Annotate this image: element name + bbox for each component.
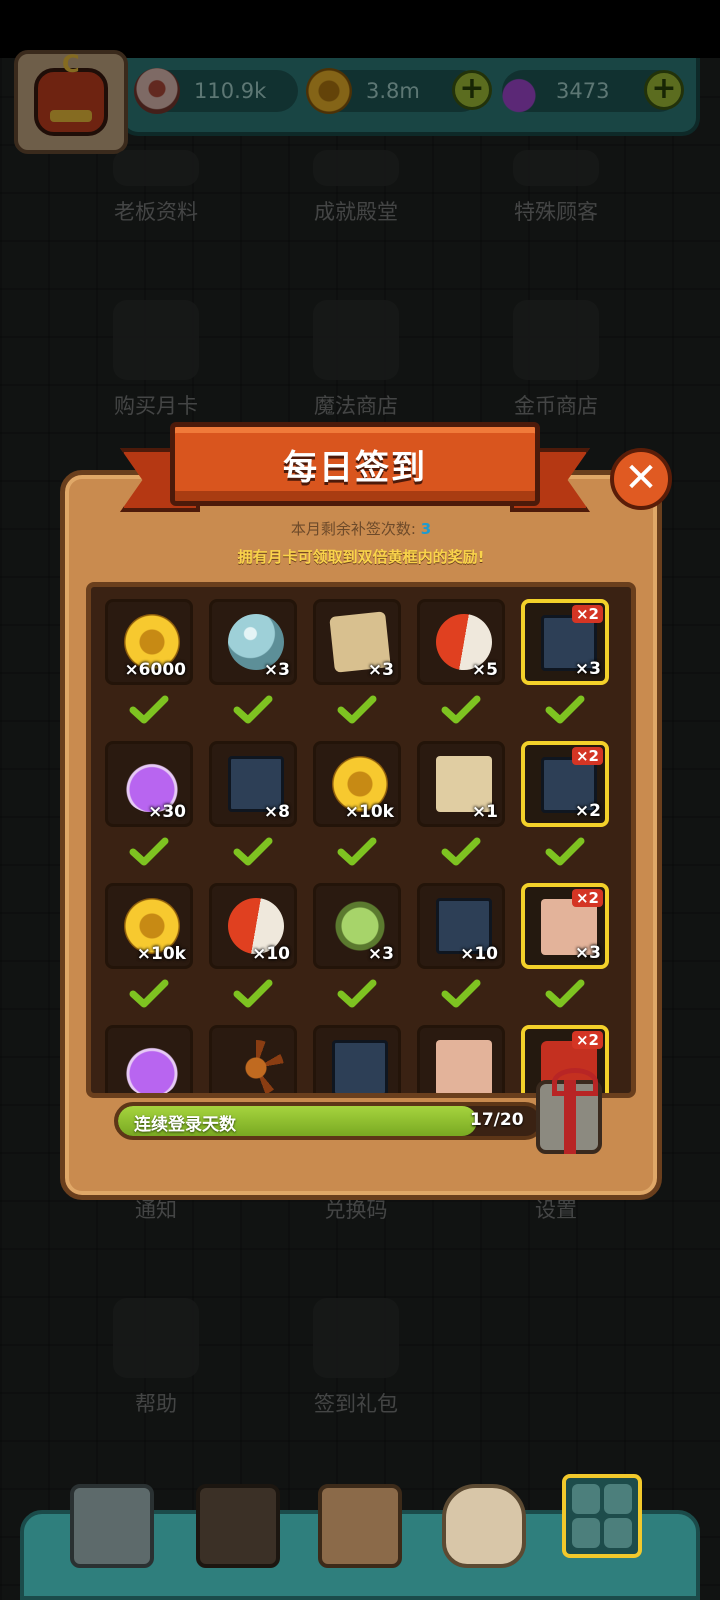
reward-slot[interactable]: ×3 — [313, 883, 401, 969]
reward-quantity: ×10k — [136, 944, 186, 964]
shop-building-icon[interactable] — [70, 1484, 154, 1568]
reward-slot[interactable]: ×30 — [105, 741, 193, 827]
monthly-card-hint: 拥有月卡可领取到双倍黄框内的奖励! — [237, 548, 485, 566]
reward-slot[interactable]: ×3 — [313, 599, 401, 685]
checkmark-icon — [337, 837, 377, 866]
monster-icon[interactable] — [196, 1484, 280, 1568]
reward-slot[interactable]: ×5 — [417, 599, 505, 685]
monster-card-icon — [332, 1040, 388, 1093]
close-button[interactable]: ✕ — [610, 448, 672, 510]
grid-cell — [572, 1518, 600, 1548]
remaining-makeups: 本月剩余补签次数: 3 — [60, 518, 662, 539]
checkmark-icon — [545, 837, 585, 866]
dialog-title: 每日签到 — [283, 447, 427, 488]
checkmark-icon — [337, 979, 377, 1008]
reward-slot[interactable]: ×10 — [417, 883, 505, 969]
more-menu-icon[interactable] — [562, 1474, 642, 1558]
checkmark-icon — [129, 979, 169, 1008]
remaining-label: 本月剩余补签次数: — [290, 520, 416, 538]
checkmark-icon — [441, 979, 481, 1008]
reward-quantity: ×5 — [471, 660, 498, 680]
coin-bag-icon[interactable] — [442, 1484, 526, 1568]
reward-slot[interactable]: ×2 ×2 — [521, 741, 609, 827]
reward-quantity: ×2 — [574, 801, 601, 821]
reward-slot[interactable] — [105, 1025, 193, 1093]
reward-slot[interactable]: ×10 — [209, 883, 297, 969]
dialog-banner: 每日签到 — [120, 418, 590, 526]
reward-quantity: ×30 — [148, 802, 186, 822]
reward-quantity: ×3 — [574, 659, 601, 679]
checkmark-icon — [337, 695, 377, 724]
reward-slot[interactable]: ×2 ×3 — [521, 883, 609, 969]
purple-potion-icon — [124, 1040, 180, 1093]
reward-quantity: ×10 — [252, 944, 290, 964]
checkmark-icon — [545, 979, 585, 1008]
reward-slot[interactable] — [417, 1025, 505, 1093]
checkmark-icon — [441, 837, 481, 866]
reward-slot[interactable]: ×10k — [313, 741, 401, 827]
double-badge: ×2 — [571, 889, 603, 907]
checkmark-icon — [545, 695, 585, 724]
ribbon-main: 每日签到 — [170, 422, 540, 506]
reward-quantity: ×3 — [574, 943, 601, 963]
reward-slot[interactable]: ×2 ×3 — [521, 599, 609, 685]
checkmark-icon — [233, 837, 273, 866]
grid-cell — [604, 1518, 632, 1548]
streak-gift-icon[interactable] — [536, 1068, 602, 1154]
scroll-icon — [436, 1040, 492, 1093]
book-icon[interactable] — [318, 1484, 402, 1568]
reward-quantity: ×8 — [263, 802, 290, 822]
double-badge: ×2 — [571, 605, 603, 623]
reward-slot[interactable] — [209, 1025, 297, 1093]
reward-slot[interactable]: ×6000 — [105, 599, 193, 685]
leaves-icon — [228, 1040, 284, 1093]
login-streak-count: 17/20 — [470, 1110, 524, 1130]
reward-slot[interactable]: ×10k — [105, 883, 193, 969]
login-streak-label: 连续登录天数 — [134, 1115, 236, 1135]
double-badge: ×2 — [571, 1031, 603, 1049]
double-badge: ×2 — [571, 747, 603, 765]
reward-quantity: ×10 — [460, 944, 498, 964]
checkmark-icon — [129, 837, 169, 866]
grid-cell — [572, 1484, 600, 1514]
reward-slot[interactable]: ×1 — [417, 741, 505, 827]
reward-quantity: ×6000 — [124, 660, 186, 680]
reward-quantity: ×10k — [344, 802, 394, 822]
reward-quantity: ×3 — [263, 660, 290, 680]
reward-quantity: ×1 — [471, 802, 498, 822]
reward-quantity: ×3 — [367, 944, 394, 964]
checkmark-icon — [441, 695, 481, 724]
reward-slot[interactable]: ×3 — [209, 599, 297, 685]
grid-cell — [604, 1484, 632, 1514]
close-icon: ✕ — [624, 455, 658, 501]
remaining-count: 3 — [420, 520, 432, 538]
rewards-grid: ×6000 ×3 ×3 ×5 ×2 ×3 ×30 ×8 ×10k ×1 ×2 ×2 ×10k ×10 ×3 ×… — [86, 582, 636, 1098]
reward-slot[interactable]: ×8 — [209, 741, 297, 827]
reward-slot[interactable] — [313, 1025, 401, 1093]
checkmark-icon — [233, 979, 273, 1008]
checkmark-icon — [233, 695, 273, 724]
checkmark-icon — [129, 695, 169, 724]
reward-quantity: ×3 — [367, 660, 394, 680]
